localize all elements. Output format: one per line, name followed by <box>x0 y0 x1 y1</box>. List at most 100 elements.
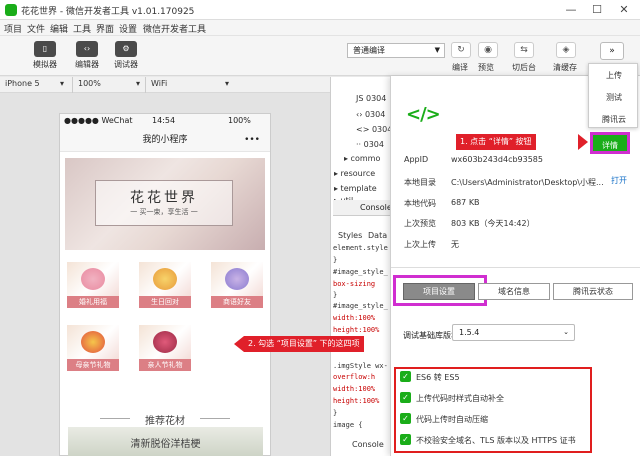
flower-image <box>153 268 177 290</box>
maximize-button[interactable]: ☐ <box>584 1 610 18</box>
tab-domain-info[interactable]: 域名信息 <box>478 283 550 300</box>
file-item[interactable]: <> 0304 <box>356 125 392 134</box>
flower-image <box>81 331 105 353</box>
menu-view[interactable]: 界面 <box>96 22 114 35</box>
banner-frame: 花花世界 一 买一束，享生活 一 <box>95 180 233 226</box>
open-link[interactable]: 打开 <box>611 175 627 186</box>
code-line: height:100% <box>333 397 380 405</box>
arrow-icon <box>234 336 244 352</box>
file-item[interactable]: ‹› 0304 <box>356 110 385 119</box>
tab-data[interactable]: Data <box>368 231 387 240</box>
menu-item-test[interactable]: 测试 <box>589 92 639 103</box>
code-line: } <box>333 409 338 417</box>
tab-console-bottom[interactable]: Console <box>352 440 384 449</box>
more-dots-icon[interactable]: ••• <box>244 128 260 152</box>
phone-icon: ▯ <box>34 41 56 57</box>
background-label: 切后台 <box>512 63 536 72</box>
menu-project[interactable]: 项目 <box>4 22 22 35</box>
minimize-button[interactable]: — <box>558 1 584 18</box>
tab-styles[interactable]: Styles <box>338 231 362 240</box>
code-line: #image_style_ <box>333 268 388 276</box>
product-card[interactable]: 母亲节礼物 <box>67 325 119 371</box>
checkbox-style-complete[interactable]: ✓ <box>400 392 411 403</box>
code-line: element.style <box>333 244 388 252</box>
menu-file[interactable]: 文件 <box>27 22 45 35</box>
menu-tools[interactable]: 工具 <box>73 22 91 35</box>
code-size-value: 687 KB <box>451 198 480 207</box>
product-card[interactable]: 生日回对 <box>139 262 191 308</box>
menu-item-cloud[interactable]: 腾讯云 <box>589 114 639 125</box>
flower-image <box>225 268 249 290</box>
product-card[interactable]: 亲人节礼物 <box>139 325 191 371</box>
chevron-down-icon: ▼ <box>434 46 440 54</box>
title-bar: 花花世界 - 微信开发者工具 v1.01.170925 — ☐ ✕ <box>0 0 640 20</box>
product-label: 母亲节礼物 <box>67 359 119 371</box>
checkbox-skip-domain[interactable]: ✓ <box>400 434 411 445</box>
banner-image: 花花世界 一 买一束，享生活 一 <box>65 158 265 250</box>
preview-label: 上次预览 <box>404 219 436 228</box>
dir-label: 本地目录 <box>404 178 436 187</box>
product-label: 亲人节礼物 <box>139 359 191 371</box>
tab-cloud-status[interactable]: 腾讯云状态 <box>553 283 633 300</box>
code-line: #image_style_ <box>333 302 388 310</box>
file-item[interactable]: JS 0304 <box>356 94 386 103</box>
compile-icon[interactable]: ↻ <box>451 42 471 58</box>
simulator-label: 模拟器 <box>33 60 57 69</box>
device-bar: iPhone 5 ▾ 100% ▾ WiFi ▾ <box>0 77 330 93</box>
upload-value: 无 <box>451 240 459 249</box>
code-icon: ‹› <box>76 41 98 57</box>
chevron-down-icon: ▾ <box>136 79 141 88</box>
tab-project-settings[interactable]: 项目设置 <box>403 283 475 300</box>
network-select[interactable]: WiFi <box>151 79 167 88</box>
sdk-version-label: 调试基础库版本 <box>403 331 459 340</box>
code-logo-icon: </> <box>406 104 441 125</box>
preview-value: 803 KB（今天14:42） <box>451 219 535 228</box>
upload-label: 上次上传 <box>404 240 436 249</box>
zoom-select[interactable]: 100% <box>78 79 101 88</box>
option-label: 不校验安全域名、TLS 版本以及 HTTPS 证书 <box>416 436 576 445</box>
folder-item[interactable]: ▸ template <box>334 184 377 193</box>
devtools-tabs: Console <box>333 200 393 216</box>
device-select[interactable]: iPhone 5 <box>5 79 40 88</box>
folder-item[interactable]: ▸ resource <box>334 169 375 178</box>
banner-title: 花花世界 <box>130 190 198 206</box>
product-label: 婚礼用福 <box>67 296 119 308</box>
featured-image[interactable]: 清新脱俗洋桔梗 <box>68 427 263 456</box>
code-line: overflow:h <box>333 373 376 381</box>
annotation-step2: 2. 勾选 “项目设置” 下的这四项 <box>244 336 364 352</box>
background-icon[interactable]: ⇆ <box>514 42 534 58</box>
debugger-button[interactable]: ⚙ 调试器 <box>103 41 149 73</box>
code-line: height:100% <box>333 326 380 334</box>
appid-label: AppID <box>404 155 429 164</box>
more-button[interactable]: » <box>600 42 624 60</box>
menu-edit[interactable]: 编辑 <box>50 22 68 35</box>
clear-cache-label: 清缓存 <box>553 63 577 72</box>
checkbox-compress[interactable]: ✓ <box>400 413 411 424</box>
preview-icon[interactable]: ◉ <box>478 42 498 58</box>
carrier: ●●●●● WeChat <box>64 116 133 125</box>
tab-console[interactable]: Console <box>360 203 392 212</box>
more-menu: 上传 测试 腾讯云 <box>588 63 638 128</box>
phone-nav-bar: 我的小程序 ••• <box>60 128 270 152</box>
simulator-button[interactable]: ▯ 模拟器 <box>22 41 68 73</box>
details-button[interactable]: 详情 <box>590 132 630 154</box>
clear-cache-icon[interactable]: ◈ <box>556 42 576 58</box>
window-title: 花花世界 - 微信开发者工具 v1.01.170925 <box>21 7 195 17</box>
menu-settings[interactable]: 设置 <box>119 22 137 35</box>
menu-item-upload[interactable]: 上传 <box>589 70 639 81</box>
divider <box>391 267 640 268</box>
banner-subtitle: 一 买一束，享生活 一 <box>130 208 198 216</box>
close-button[interactable]: ✕ <box>611 1 637 18</box>
sdk-version-select[interactable]: 1.5.4 ⌄ <box>452 324 575 341</box>
phone-status-bar: ●●●●● WeChat 14:54 100% <box>60 114 270 128</box>
product-card[interactable]: 商语好友 <box>211 262 263 308</box>
code-line: } <box>333 256 338 264</box>
menu-bar: 项目 文件 编辑 工具 界面 设置 微信开发者工具 <box>0 20 640 36</box>
menu-devtools[interactable]: 微信开发者工具 <box>143 22 206 35</box>
annotation-step1: 1. 点击 “详情” 按钮 <box>456 134 536 150</box>
file-item[interactable]: ·· 0304 <box>356 140 384 149</box>
folder-item[interactable]: ▸ commo <box>344 154 380 163</box>
compile-mode-select[interactable]: 普通编译 ▼ <box>347 43 445 58</box>
checkbox-es6[interactable]: ✓ <box>400 371 411 382</box>
product-card[interactable]: 婚礼用福 <box>67 262 119 308</box>
